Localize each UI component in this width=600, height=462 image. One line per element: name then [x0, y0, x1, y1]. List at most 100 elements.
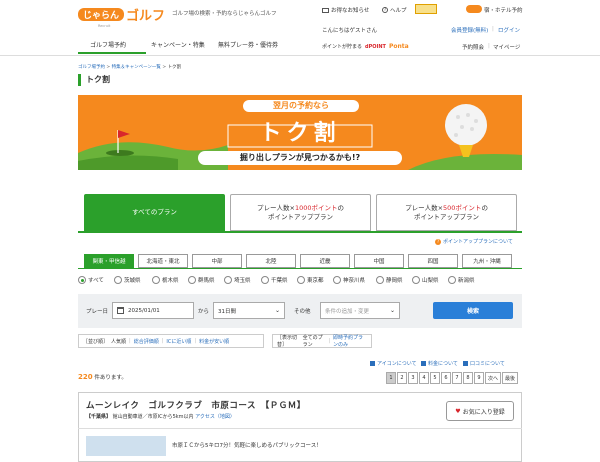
reservation-link[interactable]: 予約照会 [462, 43, 484, 51]
page-last[interactable]: 最後 [502, 372, 518, 384]
logo-sub: Recruit [98, 24, 111, 28]
display-instant-only[interactable]: 即時予約プランのみ [333, 334, 367, 348]
display-box: ［表示切替］ 全てのプラン | 即時予約プランのみ [272, 334, 372, 348]
condition-select[interactable]: 条件の追加・変更 ⌄ [320, 302, 400, 319]
points-row: ポイントが貯まる dPOINT Ponta [322, 43, 409, 50]
favorite-button[interactable]: ♥ お気に入り登録 [446, 401, 514, 421]
page-title: トク割 [78, 74, 110, 86]
question-icon: ? [435, 238, 441, 245]
ponta-logo: Ponta [388, 43, 409, 50]
help-link[interactable]: ? ヘルプ [382, 6, 407, 14]
sort-price[interactable]: 料金が安い順 [199, 338, 229, 345]
date-input[interactable]: 2025/01/01 [112, 302, 194, 319]
chevron-down-icon: ⌄ [274, 307, 280, 314]
plan-tabs: すべてのプラン プレー人数×1000ポイントの ポイントアッププラン プレー人数×… [78, 194, 522, 231]
card-divider [78, 428, 522, 429]
partner-logo[interactable] [415, 4, 437, 14]
radio-icon [224, 276, 232, 284]
sort-rating[interactable]: 総合評価順 [134, 338, 159, 345]
region-shikoku[interactable]: 四国 [408, 254, 458, 268]
jalan-mini-logo[interactable] [466, 5, 482, 13]
radio-icon [78, 276, 86, 284]
page-7[interactable]: 7 [452, 372, 462, 384]
register-link[interactable]: 会員登録(無料) [451, 26, 488, 34]
region-kyushu-okinawa[interactable]: 九州・沖縄 [462, 254, 512, 268]
pref-shizuoka[interactable]: 静岡県 [376, 276, 403, 284]
period-select[interactable]: 31日間 ⌄ [213, 302, 285, 319]
price-about-link[interactable]: 料金について [421, 360, 458, 367]
radio-icon [412, 276, 420, 284]
page-4[interactable]: 4 [419, 372, 429, 384]
pref-gunma[interactable]: 群馬県 [188, 276, 215, 284]
course-name[interactable]: ムーンレイク ゴルフクラブ 市原コース 【ＰＧＭ】 [86, 399, 306, 411]
review-about-link[interactable]: 口コミについて [463, 360, 505, 367]
breadcrumb-current: トク割 [167, 65, 182, 70]
pref-kanagawa[interactable]: 神奈川県 [333, 276, 365, 284]
banner-line1: 翌月の予約なら [243, 100, 359, 112]
icon-about-link[interactable]: アイコンについて [370, 360, 417, 367]
region-chubu[interactable]: 中部 [192, 254, 242, 268]
region-kinki[interactable]: 近畿 [300, 254, 350, 268]
nav-golf-reservation[interactable]: ゴルフ場予約 [90, 40, 126, 49]
site-logo[interactable]: じゃらん ゴルフ [78, 6, 168, 24]
breadcrumb-campaigns[interactable]: 特集＆キャンペーン一覧 [112, 65, 161, 70]
mypage-link[interactable]: マイページ [493, 43, 520, 51]
tagline: ゴルフ場の検索・予約ならじゃらんゴルフ [172, 11, 277, 17]
pref-saitama[interactable]: 埼玉県 [224, 276, 251, 284]
pref-all[interactable]: すべて [78, 276, 104, 284]
tab-1000-points[interactable]: プレー人数×1000ポイントの ポイントアッププラン [230, 194, 371, 231]
sort-ic-near[interactable]: ICに近い順 [166, 338, 191, 345]
pref-tochigi[interactable]: 栃木県 [152, 276, 179, 284]
region-hokkaido-tohoku[interactable]: 北海道・東北 [138, 254, 188, 268]
page-next[interactable]: 次へ [485, 372, 501, 384]
region-hokuriku[interactable]: 北陸 [246, 254, 296, 268]
pref-ibaraki[interactable]: 茨城県 [114, 276, 141, 284]
breadcrumb-home[interactable]: ゴルフ場予約 [78, 65, 105, 70]
tab-all-plans[interactable]: すべてのプラン [84, 194, 225, 231]
tab-500-points[interactable]: プレー人数×500ポイントの ポイントアッププラン [376, 194, 517, 231]
svg-text:じゃらん: じゃらん [83, 10, 119, 21]
access-map-link[interactable]: アクセス（地図） [195, 414, 235, 420]
pagination: 1 2 3 4 5 6 7 8 9 次へ 最後 [386, 372, 518, 384]
page-1[interactable]: 1 [386, 372, 396, 384]
info-icon [421, 361, 426, 366]
page-2[interactable]: 2 [397, 372, 407, 384]
page-9[interactable]: 9 [474, 372, 484, 384]
page-3[interactable]: 3 [408, 372, 418, 384]
radio-icon [333, 276, 341, 284]
help-icon: ? [382, 7, 388, 13]
region-chugoku[interactable]: 中国 [354, 254, 404, 268]
greeting: こんにちはゲストさん [322, 28, 378, 34]
header-divider [0, 55, 600, 56]
region-underline [78, 268, 522, 269]
pref-niigata[interactable]: 新潟県 [448, 276, 475, 284]
nav-free-tickets[interactable]: 無料プレー券・優待券 [218, 40, 278, 49]
search-button[interactable]: 検索 [433, 302, 513, 319]
result-count: 220 件あります。 [78, 373, 127, 381]
other-label: その他 [294, 309, 311, 315]
region-kanto[interactable]: 関東・甲信越 [84, 254, 134, 268]
heart-icon: ♥ [455, 407, 461, 415]
pref-chiba[interactable]: 千葉県 [261, 276, 288, 284]
play-date-label: プレー日 [86, 309, 109, 315]
campaign-banner: 翌月の予約なら トク割 掘り出しプランが見つかるかも!? [78, 95, 522, 170]
page-8[interactable]: 8 [463, 372, 473, 384]
pref-tokyo[interactable]: 東京都 [297, 276, 324, 284]
info-icon [370, 361, 375, 366]
login-link[interactable]: ログイン [498, 26, 520, 34]
course-description: 市原ＩＣから5キロ7分！気軽に楽しめるパブリックコース！ [172, 443, 322, 449]
breadcrumb: ゴルフ場予約 > 特集＆キャンペーン一覧 > トク割 [78, 65, 182, 70]
point-up-about-link[interactable]: ? ポイントアッププランについて [435, 238, 513, 245]
radio-icon [297, 276, 305, 284]
course-thumbnail[interactable] [86, 436, 166, 456]
svg-text:ゴルフ: ゴルフ [126, 8, 165, 24]
mail-link[interactable]: お得なお知らせ [322, 6, 369, 14]
page-6[interactable]: 6 [441, 372, 451, 384]
pref-yamanashi[interactable]: 山梨県 [412, 276, 439, 284]
page-5[interactable]: 5 [430, 372, 440, 384]
nav-campaign[interactable]: キャンペーン・特集 [151, 40, 205, 49]
mail-icon [322, 7, 329, 13]
radio-icon [188, 276, 196, 284]
hotel-link[interactable]: 宿・ホテル予約 [484, 6, 523, 14]
sort-box: ［並び順］ 人気順 | 総合評価順 | ICに近い順 | 料金が安い順 [78, 334, 264, 348]
